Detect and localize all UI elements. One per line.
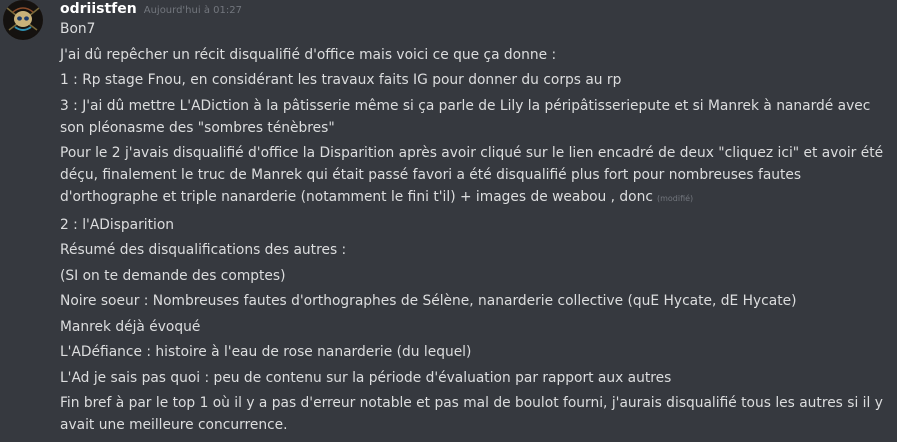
message-line: Manrek déjà évoqué bbox=[60, 318, 201, 335]
skull-sigil-icon bbox=[4, 1, 42, 39]
message-line: (SI on te demande des comptes) bbox=[60, 267, 286, 284]
message-line: Résumé des disqualifications des autres … bbox=[60, 242, 347, 258]
message-line: 1 : Rp stage Fnou, en considérant les tr… bbox=[60, 72, 622, 88]
message-line: 3 : J'ai dû mettre L'ADiction à la pâtis… bbox=[60, 97, 871, 136]
message-line: Fin bref à par le top 1 où il y a pas d'… bbox=[60, 395, 883, 433]
chat-message: odriistfen Aujourd'hui à 01:27 Bon7 J'ai… bbox=[0, 0, 897, 442]
user-avatar[interactable] bbox=[3, 0, 43, 40]
message-line: 2 : l'ADisparition bbox=[60, 216, 175, 233]
message-line-edited: Pour le 2 j'avais disqualifié d'office l… bbox=[60, 142, 892, 210]
message-line: Bon7 bbox=[60, 21, 96, 37]
message-line: L'Ad je sais pas quoi : peu de contenu s… bbox=[60, 369, 672, 386]
username[interactable]: odriistfen bbox=[60, 0, 137, 18]
message-line: J'ai dû repêcher un récit disqualifié d'… bbox=[60, 46, 557, 63]
message-content: Bon7 J'ai dû repêcher un récit disqualif… bbox=[60, 18, 892, 440]
message-line-text: Pour le 2 j'avais disqualifié d'office l… bbox=[60, 145, 884, 205]
message-line: L'ADéfiance : histoire à l'eau de rose n… bbox=[60, 344, 472, 360]
message-header: odriistfen Aujourd'hui à 01:27 bbox=[60, 0, 242, 18]
edited-label: (modifié) bbox=[656, 194, 694, 203]
message-line: Noire soeur : Nombreuses fautes d'orthog… bbox=[60, 293, 797, 309]
